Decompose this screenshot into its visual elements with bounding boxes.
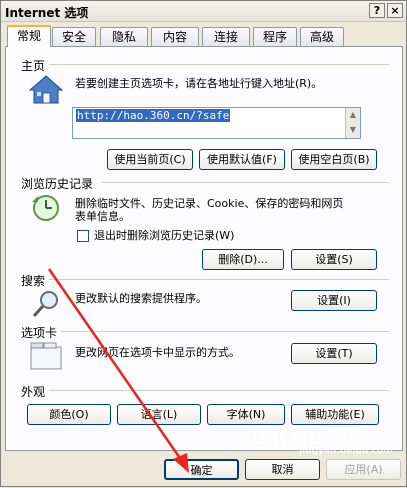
tab-general[interactable]: 常规 xyxy=(7,25,51,47)
annotation-arrow xyxy=(47,268,189,473)
internet-options-window: Internet 选项 ? × 常规 安全 隐私 内容 连接 程序 高级 主页 … xyxy=(0,0,407,487)
